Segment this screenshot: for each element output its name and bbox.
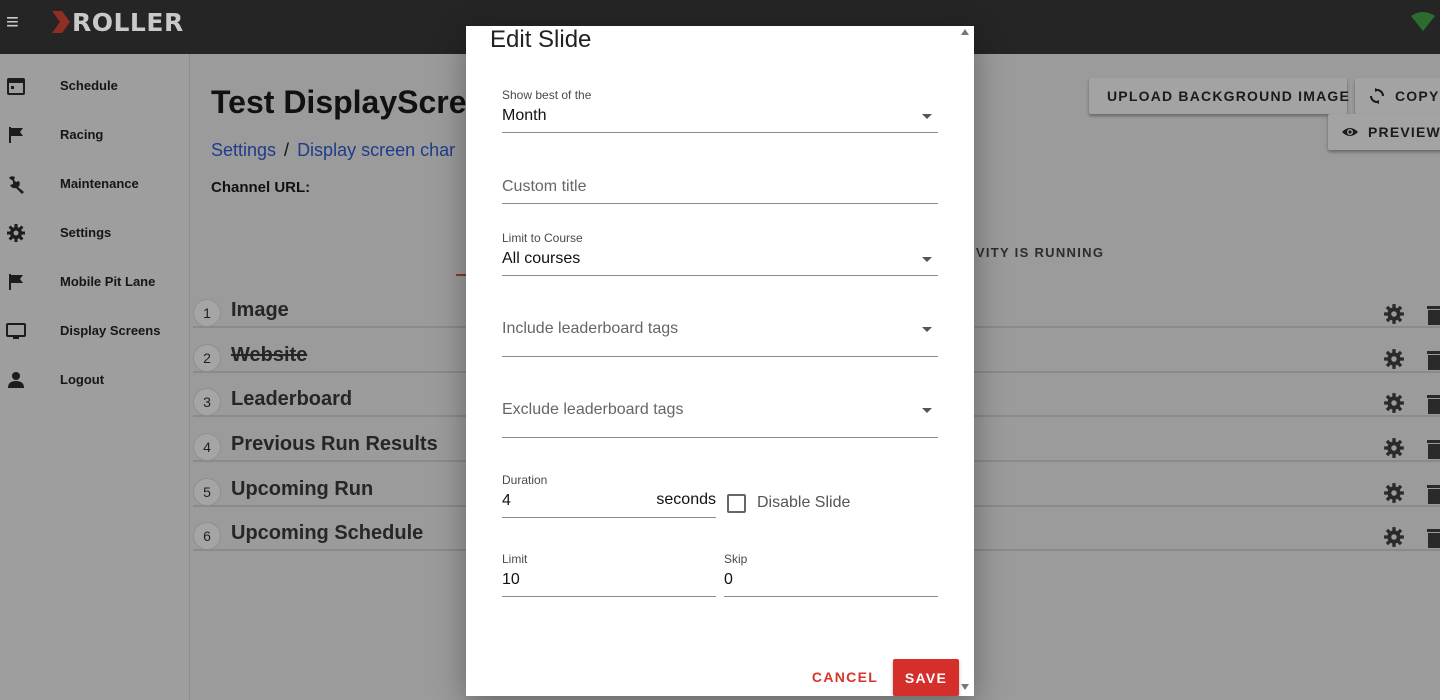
duration-suffix: seconds [656, 491, 716, 508]
include-tags-placeholder: Include leaderboard tags [502, 320, 679, 337]
skip-label: Skip [724, 552, 748, 566]
duration-label: Duration [502, 473, 548, 487]
save-button[interactable]: SAVE [893, 659, 959, 696]
skip-value: 0 [724, 571, 733, 588]
limit-label: Limit [502, 552, 528, 566]
limit-input[interactable]: Limit 10 [502, 550, 716, 597]
disable-slide-checkbox[interactable]: Disable Slide [727, 492, 850, 514]
exclude-tags-select[interactable]: Exclude leaderboard tags [502, 391, 938, 438]
custom-title-input[interactable]: Custom title [502, 168, 938, 204]
checkbox-box [727, 493, 746, 513]
save-label: SAVE [904, 669, 948, 686]
show-best-value: Month [502, 107, 547, 124]
duration-input[interactable]: Duration 4 seconds [502, 471, 716, 518]
include-tags-select[interactable]: Include leaderboard tags [502, 310, 938, 357]
show-best-select[interactable]: Show best of the Month [502, 86, 938, 133]
custom-title-placeholder: Custom title [502, 178, 587, 195]
chevron-down-icon [922, 114, 932, 119]
limit-course-select[interactable]: Limit to Course All courses [502, 229, 938, 276]
limit-value: 10 [502, 571, 520, 588]
chevron-down-icon [922, 408, 932, 413]
dialog-title: Edit Slide [490, 26, 592, 53]
exclude-tags-placeholder: Exclude leaderboard tags [502, 401, 684, 418]
cancel-label: CANCEL [811, 669, 879, 685]
cancel-button[interactable]: CANCEL [809, 665, 881, 689]
scroll-down-arrow-icon[interactable] [961, 684, 969, 690]
limit-course-label: Limit to Course [502, 231, 583, 245]
disable-slide-label: Disable Slide [757, 494, 851, 511]
chevron-down-icon [922, 327, 932, 332]
show-best-label: Show best of the [502, 88, 592, 102]
duration-value: 4 [502, 492, 511, 509]
chevron-down-icon [922, 257, 932, 262]
skip-input[interactable]: Skip 0 [724, 550, 938, 597]
limit-course-value: All courses [502, 250, 581, 267]
edit-slide-dialog: Edit Slide Show best of the Month Custom… [466, 26, 974, 696]
scroll-up-arrow-icon[interactable] [961, 29, 969, 35]
